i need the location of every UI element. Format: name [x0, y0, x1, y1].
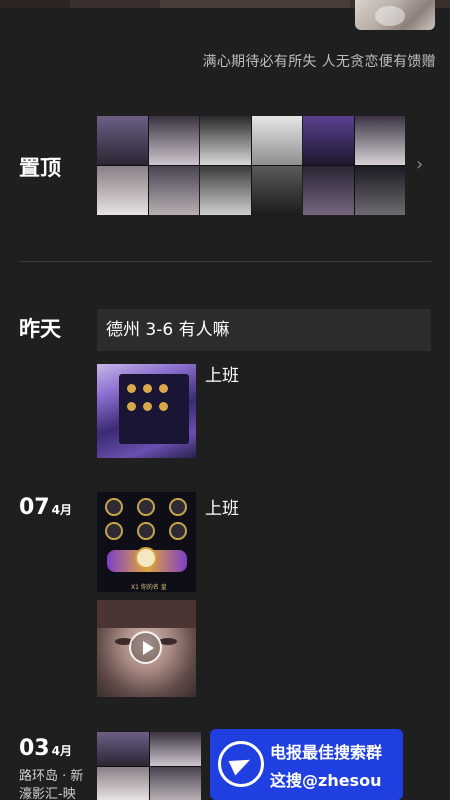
apr07-caption[interactable]: 上班 — [205, 494, 239, 519]
screenshot-dot — [127, 402, 136, 411]
divider — [19, 261, 431, 262]
game-ring — [105, 522, 123, 540]
yesterday-label: 昨天 — [19, 317, 61, 341]
telegram-search-icon — [218, 741, 264, 787]
profile-signature: 满心期待必有所失 人无贪恋便有馈赠 — [202, 54, 436, 70]
game-ring — [169, 522, 187, 540]
video-thumbnail[interactable] — [97, 600, 196, 697]
thumb-cell — [97, 732, 149, 766]
text-post[interactable]: 德州 3-6 有人嘛 — [97, 309, 431, 351]
game-ring — [137, 522, 155, 540]
cover-shade-mid — [160, 0, 350, 8]
game-screenshot-thumbnail[interactable]: X1 你的名 皇 — [97, 492, 196, 592]
date-day: 07 — [19, 495, 50, 520]
pinned-item-2[interactable] — [200, 116, 302, 215]
thumb-cell — [149, 766, 201, 800]
screenshot-dot — [159, 384, 168, 393]
game-medal-icon — [135, 547, 157, 569]
thumb-cell — [97, 766, 149, 800]
screenshot-dot — [159, 402, 168, 411]
screenshot-dot — [143, 402, 152, 411]
image-post-thumbnail[interactable] — [97, 364, 196, 458]
screenshot-dot — [127, 384, 136, 393]
date-month: 4月 — [51, 503, 72, 517]
game-ring — [137, 498, 155, 516]
image-post-caption[interactable]: 上班 — [205, 361, 239, 386]
cover-shade-left — [0, 0, 70, 8]
date-label-03: 03 4月 — [19, 736, 72, 761]
avatar[interactable] — [355, 0, 435, 30]
thumb-cell — [149, 732, 201, 766]
watermark-line1: 电报最佳搜索群 — [270, 743, 383, 762]
watermark-line2: 这搜@zhesou — [270, 771, 382, 790]
game-ring — [105, 498, 123, 516]
pinned-item-3[interactable] — [303, 116, 405, 215]
pinned-item-1[interactable] — [97, 116, 199, 215]
screenshot-dot — [143, 384, 152, 393]
watermark-banner[interactable]: 电报最佳搜索群 这搜@zhesou — [210, 729, 403, 800]
location-label[interactable]: 路环岛 · 新濠影汇-映 — [19, 768, 91, 800]
game-ring — [169, 498, 187, 516]
date-label-07: 07 4月 — [19, 495, 72, 520]
chevron-right-icon[interactable]: › — [416, 155, 432, 175]
game-caption: X1 你的名 皇 — [131, 584, 167, 591]
play-icon[interactable] — [129, 631, 162, 664]
pinned-gallery — [97, 116, 407, 215]
date-day: 03 — [19, 736, 50, 761]
apr03-thumbnail[interactable] — [97, 732, 201, 800]
date-month: 4月 — [51, 744, 72, 758]
video-hair — [97, 600, 196, 628]
pinned-label: 置顶 — [19, 156, 61, 180]
